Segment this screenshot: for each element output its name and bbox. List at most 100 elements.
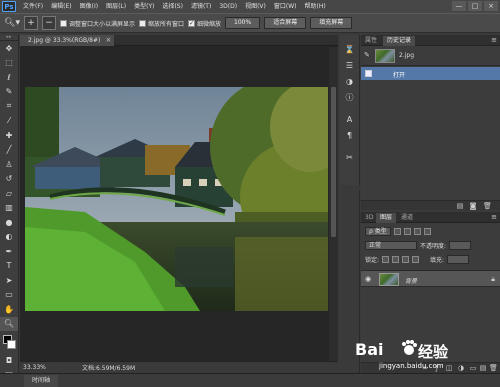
snapshot-name: 2.jpg (399, 52, 415, 59)
trash-icon[interactable]: 🗑︎ (483, 202, 492, 210)
zoom-all-checkbox[interactable]: 缩放所有窗口 (139, 19, 184, 28)
vertical-scrollbar[interactable] (329, 47, 338, 362)
tool-presets-icon[interactable]: ✂ (340, 149, 359, 165)
opacity-field[interactable] (449, 241, 472, 250)
shape-tool-icon[interactable]: ▭ (0, 288, 18, 303)
lasso-tool-icon[interactable]: ℓ (0, 70, 18, 85)
menu-image[interactable]: 图像(I) (76, 0, 102, 13)
tab-properties[interactable]: 属性 (361, 36, 381, 46)
brush-tool-icon[interactable]: ╱ (0, 143, 18, 158)
type-tool-icon[interactable]: T (0, 259, 18, 274)
menu-edit[interactable]: 编辑(E) (47, 0, 75, 13)
quick-select-tool-icon[interactable]: ✎ (0, 85, 18, 100)
menu-file[interactable]: 文件(F) (19, 0, 47, 13)
menu-filter[interactable]: 滤镜(T) (187, 0, 215, 13)
tools-panel: ▸▸ ✥ ⬚ ℓ ✎ ⌗ ⁄ ✚ ╱ ♙ ↺ ▱ ▥ ● ◐ ✒ T ➤ ▭ ✋… (0, 35, 19, 379)
panel-menu-icon[interactable]: ≡ (491, 35, 497, 46)
lock-row: 锁定: 填充: (361, 254, 500, 265)
adjustments-panel-icon[interactable]: ◑ (340, 73, 359, 89)
menu-bar: Ps 文件(F) 编辑(E) 图像(I) 图层(L) 类型(Y) 选择(S) 滤… (0, 0, 500, 13)
properties-panel-icon[interactable]: ☰ (340, 57, 359, 73)
gradient-tool-icon[interactable]: ▥ (0, 201, 18, 216)
fill-screen-button[interactable]: 填充屏幕 (310, 17, 353, 29)
document-tab[interactable]: 2.jpg @ 33.3%(RGB/8#) × (20, 35, 115, 46)
tab-layers[interactable]: 图层 (376, 213, 397, 223)
lock-position-icon[interactable] (402, 256, 410, 263)
fill-field[interactable] (447, 255, 470, 264)
eyedropper-tool-icon[interactable]: ⁄ (0, 114, 18, 129)
panel-menu-icon[interactable]: ≡ (491, 212, 497, 223)
menu-view[interactable]: 视图(V) (241, 0, 270, 13)
minimize-button[interactable]: — (452, 1, 466, 11)
filter-pixel-icon[interactable] (393, 228, 401, 235)
pen-tool-icon[interactable]: ✒ (0, 244, 18, 259)
history-state-item[interactable]: 打开 (361, 67, 500, 80)
healing-brush-tool-icon[interactable]: ✚ (0, 128, 18, 143)
menu-select[interactable]: 选择(S) (158, 0, 187, 13)
filter-shape-icon[interactable] (423, 228, 431, 235)
document-state-icon (365, 70, 372, 77)
tab-history[interactable]: 历史记录 (383, 36, 416, 46)
zoom-100-button[interactable]: 100% (225, 17, 261, 29)
hand-tool-icon[interactable]: ✋ (0, 302, 18, 317)
blend-mode-select[interactable]: 正常 (365, 241, 417, 250)
crop-tool-icon[interactable]: ⌗ (0, 99, 18, 114)
move-tool-icon[interactable]: ✥ (0, 41, 18, 56)
layer-name: 背景 (405, 278, 418, 285)
menu-3d[interactable]: 3D(D) (215, 0, 241, 13)
zoom-in-icon[interactable]: + (24, 16, 38, 30)
lock-icon: 🔒︎ (491, 275, 495, 283)
zoom-tool-icon[interactable]: 🔍︎ (0, 316, 18, 331)
maximize-button[interactable]: □ (468, 1, 482, 11)
history-panel: 属性 历史记录 ≡ ✎ 2.jpg 打开 ▤ ◙ 🗑︎ (361, 35, 500, 210)
watermark-url: jingyan.baidu.com (379, 362, 444, 370)
layer-filter-select[interactable]: ρ 类型 (365, 227, 391, 236)
history-footer: ▤ ◙ 🗑︎ (361, 200, 500, 210)
dodge-tool-icon[interactable]: ◐ (0, 230, 18, 245)
zoom-tool-preset-icon[interactable]: 🔍︎▾ (4, 16, 20, 30)
status-zoom[interactable]: 33.33% (20, 364, 62, 371)
character-panel-icon[interactable]: A (340, 111, 359, 127)
scrollbar-thumb[interactable] (331, 87, 336, 237)
color-swatches[interactable] (0, 331, 18, 353)
panel-icon-strip: ⌛ ☰ ◑ ⓘ A ¶ ✂ (340, 35, 360, 185)
tab-channels[interactable]: 通道 (397, 213, 417, 223)
camera-icon[interactable]: ◙ (469, 202, 477, 210)
close-button[interactable]: × (484, 1, 498, 11)
zoom-out-icon[interactable]: − (42, 16, 56, 30)
new-document-from-state-icon[interactable]: ▤ (456, 202, 464, 210)
eraser-tool-icon[interactable]: ▱ (0, 186, 18, 201)
canvas-photo[interactable] (25, 87, 328, 311)
history-source-brush-icon[interactable]: ✎ (364, 51, 370, 59)
history-snapshot[interactable]: ✎ 2.jpg (361, 47, 500, 66)
path-select-tool-icon[interactable]: ➤ (0, 273, 18, 288)
checkbox-icon (60, 19, 67, 27)
info-panel-icon[interactable]: ⓘ (340, 89, 359, 105)
filter-adjustment-icon[interactable] (403, 228, 411, 235)
blur-tool-icon[interactable]: ● (0, 215, 18, 230)
resize-windows-checkbox[interactable]: 调整窗口大小以满屏显示 (60, 19, 135, 28)
lock-all-icon[interactable] (412, 256, 420, 263)
menu-window[interactable]: 窗口(W) (270, 0, 301, 13)
history-panel-icon[interactable]: ⌛ (340, 41, 359, 57)
marquee-tool-icon[interactable]: ⬚ (0, 56, 18, 71)
paragraph-panel-icon[interactable]: ¶ (340, 127, 359, 143)
history-brush-tool-icon[interactable]: ↺ (0, 172, 18, 187)
background-color-swatch[interactable] (7, 340, 16, 349)
scrubby-zoom-checkbox[interactable]: ✓ 细微缩放 (188, 19, 221, 28)
filter-type-icon[interactable] (413, 228, 421, 235)
quick-mask-icon[interactable]: ◘ (0, 353, 18, 368)
clone-stamp-tool-icon[interactable]: ♙ (0, 157, 18, 172)
tab-3d[interactable]: 3D (361, 213, 377, 223)
lock-transparent-icon[interactable] (382, 256, 390, 263)
menu-type[interactable]: 类型(Y) (130, 0, 158, 13)
lock-pixels-icon[interactable] (392, 256, 400, 263)
close-tab-icon[interactable]: × (106, 35, 112, 46)
options-bar: 🔍︎▾ + − 调整窗口大小以满屏显示 缩放所有窗口 ✓ 细微缩放 100% 适… (0, 13, 500, 33)
layer-row-background[interactable]: ◉ 背景 🔒︎ (361, 270, 500, 287)
timeline-tab[interactable]: 时间轴 (24, 375, 59, 387)
menu-layer[interactable]: 图层(L) (102, 0, 130, 13)
fit-screen-button[interactable]: 适合屏幕 (264, 17, 307, 29)
menu-help[interactable]: 帮助(H) (301, 0, 330, 13)
visibility-eye-icon[interactable]: ◉ (365, 275, 371, 283)
